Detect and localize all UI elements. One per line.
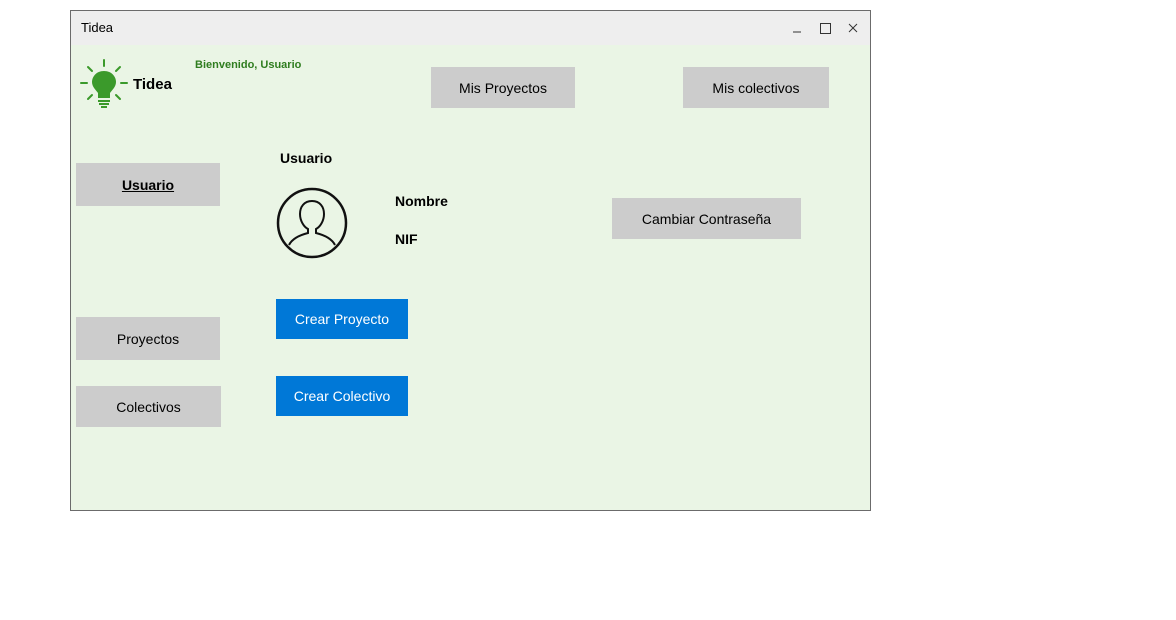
title-bar[interactable]: Tidea	[71, 11, 870, 45]
nombre-label: Nombre	[395, 193, 448, 209]
cambiar-contrasena-button[interactable]: Cambiar Contraseña	[612, 198, 801, 239]
app-window: Tidea Tidea Bienvenido, Usuario Mis Proy…	[70, 10, 871, 511]
sidebar-item-usuario[interactable]: Usuario	[76, 163, 220, 206]
app-logo: Tidea	[79, 58, 174, 110]
crear-colectivo-button[interactable]: Crear Colectivo	[276, 376, 408, 416]
mis-proyectos-button[interactable]: Mis Proyectos	[431, 67, 575, 108]
minimize-icon[interactable]	[785, 18, 809, 38]
sidebar-item-proyectos[interactable]: Proyectos	[76, 317, 220, 360]
window-title: Tidea	[81, 20, 114, 35]
welcome-message: Bienvenido, Usuario	[195, 59, 302, 71]
close-icon[interactable]	[841, 18, 865, 38]
lightbulb-icon	[79, 58, 129, 110]
maximize-icon[interactable]	[813, 18, 837, 38]
user-avatar-icon	[276, 187, 348, 259]
logo-text: Tidea	[133, 76, 172, 93]
sidebar-item-colectivos[interactable]: Colectivos	[76, 386, 221, 427]
crear-proyecto-button[interactable]: Crear Proyecto	[276, 299, 408, 339]
mis-colectivos-button[interactable]: Mis colectivos	[683, 67, 829, 108]
section-title: Usuario	[280, 150, 333, 166]
nif-label: NIF	[395, 231, 418, 247]
